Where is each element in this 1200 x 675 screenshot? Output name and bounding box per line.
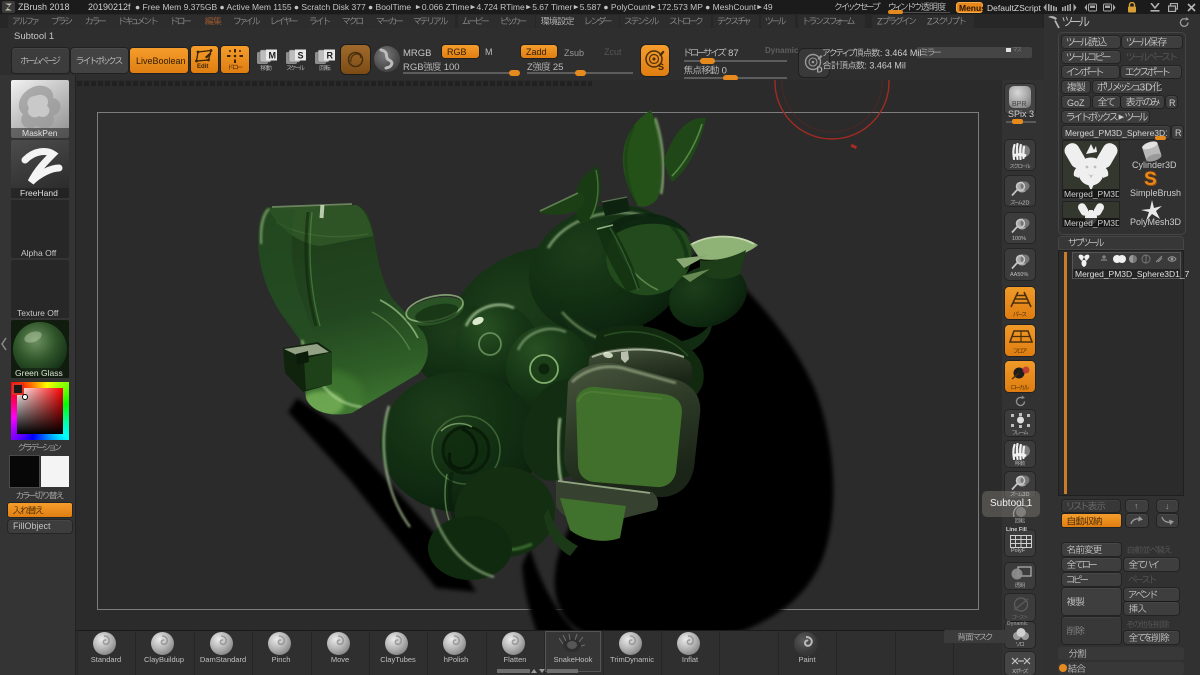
svg-text:M: M: [269, 51, 277, 61]
svg-text:R: R: [327, 51, 334, 61]
svg-text:S: S: [658, 62, 664, 72]
svg-text:S: S: [298, 51, 304, 61]
svg-text:D: D: [817, 65, 823, 75]
